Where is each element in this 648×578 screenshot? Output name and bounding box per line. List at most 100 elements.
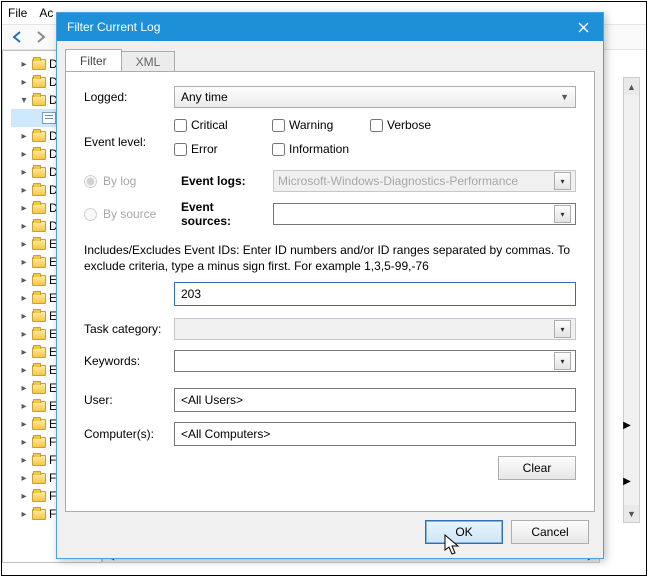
folder-icon (32, 347, 46, 358)
tree-twisty-icon[interactable]: ▸ (19, 59, 29, 70)
task-category-label: Task category: (84, 322, 174, 336)
tree-twisty-icon[interactable]: ▸ (19, 347, 29, 358)
folder-icon (32, 221, 46, 232)
tree-twisty-icon[interactable]: ▸ (19, 149, 29, 160)
tree-twisty-icon[interactable]: ▸ (19, 275, 29, 286)
computers-input[interactable] (174, 422, 576, 446)
keywords-select[interactable]: ▾ (174, 350, 576, 372)
task-category-select: ▾ (174, 318, 576, 340)
tree-twisty-icon[interactable]: ▸ (19, 203, 29, 214)
close-button[interactable] (563, 13, 603, 41)
folder-icon (32, 455, 46, 466)
clear-button[interactable]: Clear (498, 456, 576, 480)
chevron-down-icon[interactable]: ▾ (554, 205, 571, 223)
tree-twisty-icon[interactable]: ▸ (19, 221, 29, 232)
checkbox[interactable] (174, 119, 187, 132)
menu-file[interactable]: File (8, 6, 27, 20)
folder-icon (32, 293, 46, 304)
tree-twisty-icon[interactable]: ▸ (19, 329, 29, 340)
check-information[interactable]: Information (272, 142, 350, 156)
tree-twisty-icon[interactable]: ▸ (19, 311, 29, 322)
tree-twisty-icon[interactable]: ▸ (19, 419, 29, 430)
filter-dialog: Filter Current Log Filter XML Logged: An… (56, 12, 604, 559)
event-logs-value: Microsoft-Windows-Diagnostics-Performanc… (278, 174, 518, 188)
tree-twisty-icon[interactable]: ▾ (19, 95, 29, 106)
computers-label: Computer(s): (84, 427, 174, 441)
tab-filter[interactable]: Filter (65, 49, 122, 71)
checkbox[interactable] (272, 119, 285, 132)
checkbox[interactable] (272, 143, 285, 156)
radio-by-source (84, 208, 97, 221)
dialog-footer: OK Cancel (57, 520, 603, 558)
chevron-down-icon: ▼ (560, 92, 569, 102)
folder-icon (32, 149, 46, 160)
tree-twisty-icon[interactable]: ▸ (19, 131, 29, 142)
tab-xml[interactable]: XML (121, 51, 176, 72)
expand-arrow-icon[interactable]: ▶ (620, 474, 634, 488)
tree-twisty-icon[interactable]: ▸ (19, 257, 29, 268)
chevron-down-icon: ▾ (554, 320, 571, 338)
tree-twisty-icon[interactable]: ▸ (19, 509, 29, 520)
by-log-label: By log (103, 174, 175, 188)
tree-twisty-icon[interactable]: ▸ (19, 167, 29, 178)
folder-icon (32, 239, 46, 250)
scroll-down-icon[interactable]: ▼ (624, 505, 639, 522)
folder-icon (32, 419, 46, 430)
chevron-down-icon[interactable]: ▾ (554, 352, 571, 370)
event-id-help: Includes/Excludes Event IDs: Enter ID nu… (84, 242, 576, 274)
right-strip: ▲ ▼ ▶ ▶ (600, 50, 646, 563)
folder-icon (32, 437, 46, 448)
tree-twisty-icon[interactable]: ▸ (19, 239, 29, 250)
folder-icon (32, 131, 46, 142)
cancel-button[interactable]: Cancel (511, 520, 589, 544)
tree-twisty-icon[interactable]: ▸ (19, 491, 29, 502)
forward-button[interactable] (30, 27, 50, 47)
tree-twisty-icon[interactable]: ▸ (19, 185, 29, 196)
ok-button[interactable]: OK (425, 520, 503, 544)
user-label: User: (84, 393, 174, 407)
folder-icon (32, 257, 46, 268)
tab-body: Logged: Any time ▼ Event level: Critical… (65, 71, 595, 512)
folder-icon (32, 167, 46, 178)
event-sources-label: Event sources: (181, 200, 267, 228)
folder-icon (32, 383, 46, 394)
tree-twisty-icon[interactable]: ▸ (19, 383, 29, 394)
back-button[interactable] (8, 27, 28, 47)
folder-icon (32, 275, 46, 286)
scrollbar-vertical[interactable]: ▲ ▼ (623, 77, 640, 523)
folder-icon (32, 311, 46, 322)
folder-icon (32, 203, 46, 214)
check-error[interactable]: Error (174, 142, 252, 156)
checkbox[interactable] (370, 119, 383, 132)
event-logs-select: Microsoft-Windows-Diagnostics-Performanc… (273, 170, 576, 192)
tree-twisty-icon[interactable]: ▸ (19, 473, 29, 484)
folder-icon (32, 365, 46, 376)
folder-icon (32, 473, 46, 484)
folder-icon (32, 491, 46, 502)
tree-twisty-icon[interactable]: ▸ (19, 401, 29, 412)
event-logs-label: Event logs: (181, 174, 267, 188)
logged-value: Any time (181, 90, 228, 104)
scroll-up-icon[interactable]: ▲ (624, 78, 639, 95)
checkbox[interactable] (174, 143, 187, 156)
check-verbose[interactable]: Verbose (370, 118, 448, 132)
tree-twisty-icon[interactable]: ▸ (19, 365, 29, 376)
folder-icon (32, 329, 46, 340)
tab-row: Filter XML (57, 47, 603, 71)
expand-arrow-icon[interactable]: ▶ (620, 418, 634, 432)
by-source-label: By source (103, 207, 175, 221)
tree-twisty-icon[interactable]: ▸ (19, 77, 29, 88)
event-sources-select[interactable]: ▾ (273, 203, 576, 225)
event-level-label: Event level: (84, 135, 174, 149)
dialog-title: Filter Current Log (67, 20, 160, 34)
check-warning[interactable]: Warning (272, 118, 350, 132)
chevron-down-icon: ▾ (554, 172, 571, 190)
tree-twisty-icon[interactable]: ▸ (19, 437, 29, 448)
event-id-input[interactable] (174, 282, 576, 306)
check-critical[interactable]: Critical (174, 118, 252, 132)
user-input[interactable] (174, 388, 576, 412)
tree-twisty-icon[interactable]: ▸ (19, 455, 29, 466)
menu-action[interactable]: Ac (39, 6, 53, 20)
logged-dropdown[interactable]: Any time ▼ (174, 86, 576, 108)
tree-twisty-icon[interactable]: ▸ (19, 293, 29, 304)
